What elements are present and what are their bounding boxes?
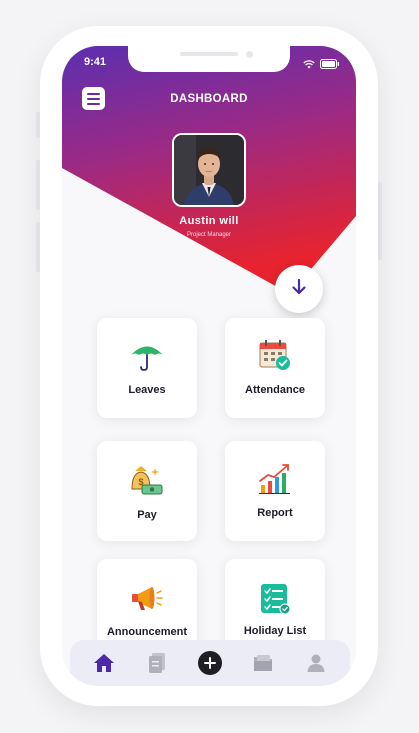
wifi-icon [303,56,315,74]
battery-icon [320,56,340,74]
pay-label: Pay [137,509,157,521]
report-label: Report [257,507,293,519]
umbrella-icon [97,342,197,372]
avatar[interactable] [172,133,246,207]
user-role: Project Manager [186,232,232,238]
add-button[interactable] [197,650,223,676]
bottom-nav [70,640,350,686]
checklist-icon [225,583,325,615]
pay-card[interactable]: $ Pay [97,441,197,541]
page-title: DASHBOARD [170,93,248,105]
arrow-down-icon [289,277,309,302]
user-name: Austin will [179,215,239,227]
phone-camera [246,51,253,58]
money-bag-icon: $ [97,463,197,499]
user-icon[interactable] [303,650,329,676]
status-icons [303,56,340,74]
leaves-card[interactable]: Leaves [97,318,197,418]
megaphone-icon [97,583,197,615]
announcement-label: Announcement [106,626,188,638]
phone-notch [128,46,290,72]
app-screen: 9:41 DASHBOARD Austin will Project Manag… [62,46,356,686]
scroll-down-button[interactable] [275,265,323,313]
phone-power-button [378,182,382,260]
report-card[interactable]: Report [225,441,325,541]
folder-icon[interactable] [250,650,276,676]
leaves-label: Leaves [128,384,166,396]
attendance-card[interactable]: Attendance [225,318,325,418]
home-icon[interactable] [91,650,117,676]
attendance-label: Attendance [245,384,305,396]
status-time: 9:41 [84,56,107,68]
calendar-check-icon [225,338,325,372]
document-icon[interactable] [144,650,170,676]
holiday-list-label: Holiday List [243,625,307,637]
app-stage: 9:41 DASHBOARD Austin will Project Manag… [0,0,419,733]
phone-speaker [180,52,238,56]
plus-icon [197,651,222,675]
growth-chart-icon [225,463,325,495]
